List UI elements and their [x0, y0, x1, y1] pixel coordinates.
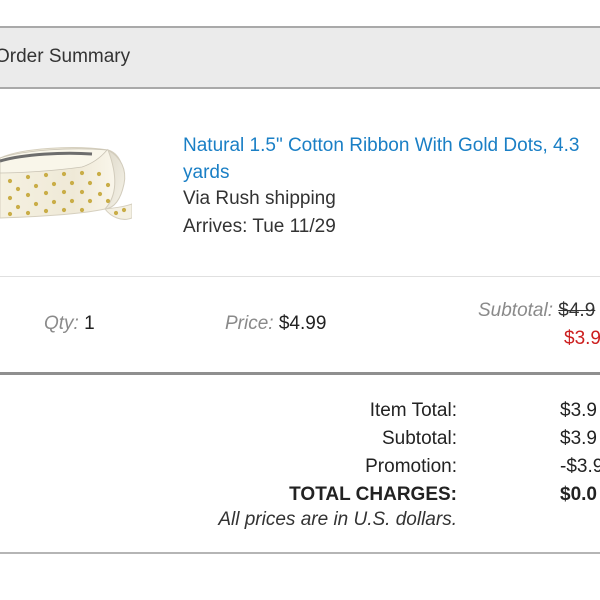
discounted-subtotal: $3.9	[564, 328, 600, 349]
order-summary-title: Order Summary	[0, 46, 131, 67]
promotion-value: -$3.9	[560, 456, 600, 477]
ribbon-spool-icon[interactable]	[0, 126, 132, 226]
total-charges-value: $0.0	[560, 484, 597, 505]
totals-labels: Item Total: Subtotal: Promotion: TOTAL C…	[150, 397, 457, 509]
price-row: Price: $4.99	[225, 313, 326, 335]
price-value: $4.99	[278, 313, 327, 334]
totals-values: $3.9 $3.9 -$3.9 $0.0	[560, 397, 600, 509]
line-subtotal: Subtotal: $4.9	[478, 300, 595, 322]
totals-divider	[0, 372, 600, 375]
item-total-value: $3.9	[560, 400, 597, 421]
promotion-label: Promotion:	[365, 456, 457, 477]
original-subtotal: $4.9	[558, 300, 596, 321]
currency-note: All prices are in U.S. dollars.	[218, 509, 457, 530]
section-divider	[0, 276, 600, 277]
quantity-value: 1	[84, 313, 95, 334]
quantity-row: Qty: 1	[44, 313, 95, 335]
total-charges-label: TOTAL CHARGES:	[289, 484, 457, 505]
product-title-link[interactable]: Natural 1.5" Cotton Ribbon With Gold Dot…	[183, 132, 600, 186]
item-total-label: Item Total:	[369, 400, 457, 421]
line-subtotal-label: Subtotal:	[478, 300, 553, 321]
subtotal-label: Subtotal:	[382, 428, 457, 449]
price-label: Price:	[225, 313, 274, 334]
shipping-method: Via Rush shipping	[183, 188, 336, 209]
quantity-label: Qty:	[44, 313, 79, 334]
arrival-date: Arrives: Tue 11/29	[183, 216, 336, 237]
order-summary-page: Order Summary Natural 1.5" Cotton Ribbon…	[0, 0, 600, 600]
bottom-divider	[0, 552, 600, 554]
subtotal-value: $3.9	[560, 428, 597, 449]
